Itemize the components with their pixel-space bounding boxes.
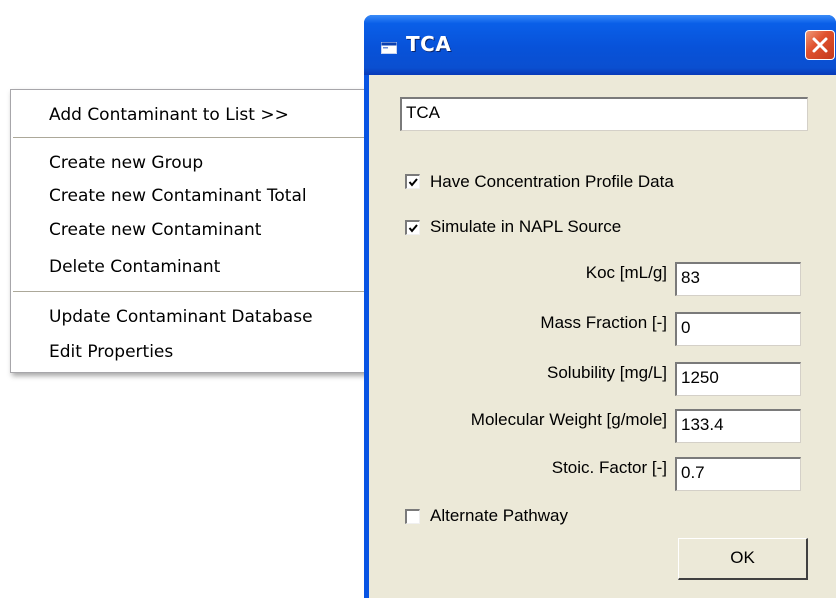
dialog-body: TCA Have Concentration Profile Data Simu…	[369, 75, 836, 598]
menu-item-create-contaminant[interactable]: Create new Contaminant	[49, 219, 261, 241]
dialog-titlebar[interactable]: TCA	[364, 15, 836, 75]
menu-item-edit-properties[interactable]: Edit Properties	[49, 341, 173, 363]
menu-separator	[13, 291, 367, 292]
alternate-pathway-label: Alternate Pathway	[430, 506, 568, 525]
context-menu: Add Contaminant to List >> Create new Gr…	[10, 89, 368, 373]
mass-fraction-input[interactable]: 0	[675, 312, 801, 346]
checkmark-icon	[408, 178, 418, 187]
concentration-profile-checkbox[interactable]	[405, 174, 420, 189]
ok-button[interactable]: OK	[678, 538, 808, 580]
mass-fraction-label: Mass Fraction [-]	[540, 313, 667, 332]
koc-label: Koc [mL/g]	[585, 263, 667, 282]
dialog-title: TCA	[406, 32, 452, 56]
stoic-factor-input[interactable]: 0.7	[675, 457, 801, 491]
contaminant-name-input[interactable]: TCA	[400, 97, 808, 131]
menu-item-update-database[interactable]: Update Contaminant Database	[49, 306, 313, 328]
solubility-label: Solubility [mg/L]	[547, 363, 667, 382]
window-icon	[381, 39, 397, 54]
properties-dialog: TCA TCA Have Concentration Profile Data …	[364, 15, 836, 598]
menu-item-create-contaminant-total[interactable]: Create new Contaminant Total	[49, 185, 307, 207]
menu-separator	[13, 137, 367, 138]
menu-item-delete-contaminant[interactable]: Delete Contaminant	[49, 256, 220, 278]
checkmark-icon	[408, 224, 418, 233]
alternate-pathway-checkbox[interactable]	[405, 509, 420, 524]
solubility-input[interactable]: 1250	[675, 362, 801, 396]
menu-item-create-group[interactable]: Create new Group	[49, 152, 203, 174]
koc-input[interactable]: 83	[675, 262, 801, 296]
simulate-napl-checkbox[interactable]	[405, 220, 420, 235]
close-button[interactable]	[805, 30, 835, 60]
molecular-weight-label: Molecular Weight [g/mole]	[470, 410, 667, 429]
simulate-napl-label: Simulate in NAPL Source	[430, 217, 622, 236]
molecular-weight-input[interactable]: 133.4	[675, 409, 801, 443]
concentration-profile-label: Have Concentration Profile Data	[430, 172, 674, 191]
menu-item-add-contaminant[interactable]: Add Contaminant to List >>	[49, 104, 289, 126]
stoic-factor-label: Stoic. Factor [-]	[551, 458, 667, 477]
